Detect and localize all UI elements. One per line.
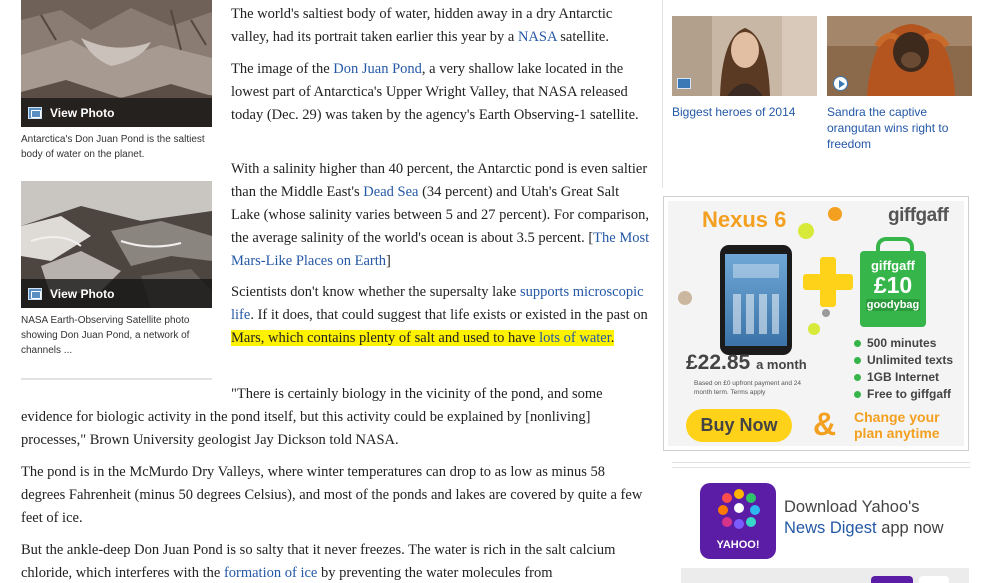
decor-dot: [798, 223, 814, 239]
article-paragraph-3: With a salinity higher than 40 percent, …: [231, 161, 650, 269]
next-module-strip: [681, 568, 969, 583]
antarctica-valley-photo[interactable]: View Photo: [21, 0, 212, 127]
photo-card-2[interactable]: View Photo NASA Earth-Observing Satellit…: [21, 181, 212, 358]
decor-dot: [678, 291, 692, 305]
photo-icon: [28, 287, 42, 300]
ad-title: Nexus 6: [702, 207, 787, 232]
column-divider: [662, 0, 663, 188]
decor-dot: [808, 323, 820, 335]
nasa-link[interactable]: NASA: [518, 29, 557, 45]
photo-icon: [28, 106, 42, 119]
play-icon: [833, 76, 848, 91]
goodybag-icon: giffgaff £10 goodybag: [860, 237, 926, 327]
view-photo-label: View Photo: [50, 286, 115, 301]
left-column-divider: [21, 378, 212, 380]
formation-of-ice-link[interactable]: formation of ice: [224, 565, 317, 581]
woman-portrait-image[interactable]: [672, 16, 817, 96]
photo-card-1[interactable]: View Photo Antarctica's Don Juan Pond is…: [21, 0, 212, 162]
giffgaff-logo: giffgaff: [888, 205, 949, 226]
orangutan-thumbnail: [827, 16, 972, 96]
feature-item: 500 minutes: [854, 335, 953, 352]
ad-price: £22.85 a month: [686, 351, 807, 374]
article-paragraph-4: Scientists don't know whether the supers…: [231, 284, 648, 346]
right-divider: [672, 462, 970, 463]
yahoo-logo-text: YAHOO!: [716, 539, 760, 551]
don-juan-pond-link[interactable]: Don Juan Pond: [333, 61, 422, 77]
view-photo-label: View Photo: [50, 105, 115, 120]
tile-caption[interactable]: Sandra the captive orangutan wins right …: [827, 96, 972, 152]
view-photo-button[interactable]: View Photo: [21, 279, 212, 308]
bullet-icon: [854, 391, 861, 398]
promo-text: Download Yahoo's News Digest app now: [784, 498, 944, 537]
phone-image: [720, 245, 792, 355]
change-plan-text: Change your plan anytime: [854, 409, 940, 441]
ad-fine-print: Based on £0 upfront payment and 24 month…: [694, 380, 801, 396]
related-tile-biggest-heroes[interactable]: Biggest heroes of 2014: [672, 16, 817, 120]
photo-icon: [677, 78, 691, 89]
ampersand: &: [813, 406, 837, 442]
yahoo-news-digest-promo[interactable]: YAHOO! Download Yahoo's News Digest app …: [700, 483, 970, 559]
article-paragraph-1: The world's saltiest body of water, hidd…: [231, 6, 613, 45]
nexus-6-ad[interactable]: Nexus 6 giffgaff giffgaff £10 goodybag £…: [668, 201, 964, 446]
related-tile-orangutan[interactable]: Sandra the captive orangutan wins right …: [827, 16, 972, 152]
decor-dot: [828, 207, 842, 221]
article-paragraph-7: But the ankle-deep Don Juan Pond is so s…: [21, 542, 616, 581]
view-photo-button[interactable]: View Photo: [21, 98, 212, 127]
bag-label: goodybag: [866, 299, 920, 311]
orangutan-image[interactable]: [827, 16, 972, 96]
bullet-icon: [854, 357, 861, 364]
yahoo-news-digest-icon: YAHOO!: [700, 483, 776, 559]
bag-amount: £10: [873, 272, 913, 298]
article-paragraph-5: "There is certainly biology in the vicin…: [21, 386, 603, 448]
photo-caption: NASA Earth-Observing Satellite photo sho…: [21, 315, 190, 356]
buy-now-button[interactable]: Buy Now: [686, 409, 792, 442]
ad-features-list: 500 minutes Unlimited texts 1GB Internet…: [854, 335, 953, 403]
satellite-photo[interactable]: View Photo: [21, 181, 212, 308]
article-paragraph-6: The pond is in the McMurdo Dry Valleys, …: [21, 464, 643, 526]
bullet-icon: [854, 340, 861, 347]
bullet-icon: [854, 374, 861, 381]
feature-item: Free to giffgaff: [854, 386, 953, 403]
feature-item: Unlimited texts: [854, 352, 953, 369]
decor-dot: [822, 309, 830, 317]
lots-of-water-link[interactable]: lots of water: [539, 330, 611, 346]
bag-brand: giffgaff: [870, 258, 916, 273]
right-divider: [672, 467, 970, 468]
dead-sea-link[interactable]: Dead Sea: [363, 184, 418, 200]
feature-item: 1GB Internet: [854, 369, 953, 386]
advertisement-frame[interactable]: Nexus 6 giffgaff giffgaff £10 goodybag £…: [663, 196, 969, 451]
article-paragraph-2: The image of the Don Juan Pond, a very s…: [231, 61, 639, 123]
highlighted-text: Mars, which contains plenty of salt and …: [231, 330, 615, 346]
portrait-thumbnail: [672, 16, 817, 96]
photo-caption: Antarctica's Don Juan Pond is the saltie…: [21, 134, 205, 160]
tile-caption[interactable]: Biggest heroes of 2014: [672, 96, 817, 120]
